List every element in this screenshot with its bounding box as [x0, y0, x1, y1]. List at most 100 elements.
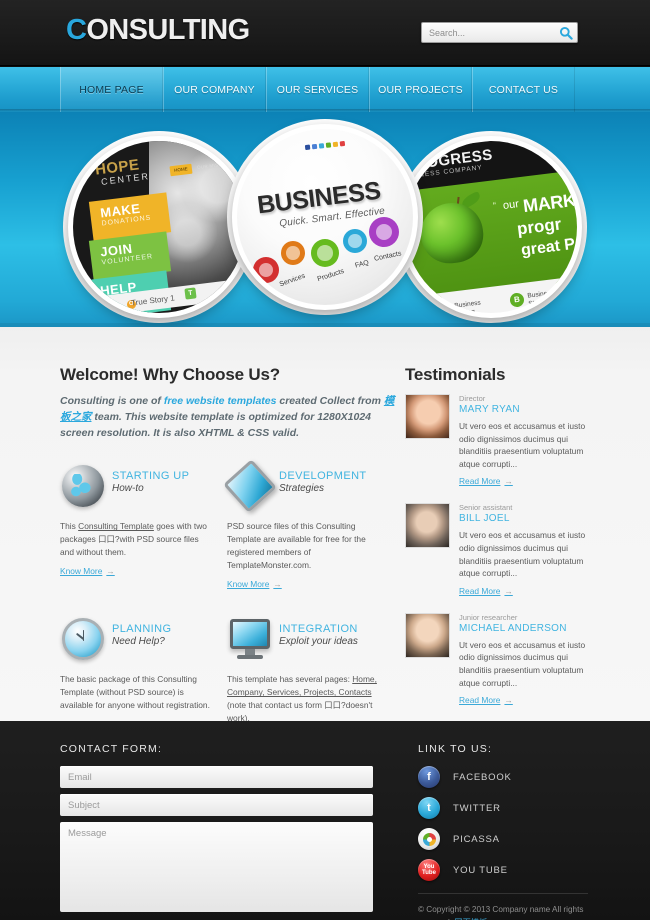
logo-initial: C [66, 14, 87, 46]
gear-faq [343, 229, 367, 253]
contact-form-title: CONTACT FORM: [60, 743, 163, 755]
footer-divider [418, 893, 588, 894]
testimonial-3-text: Ut vero eos et accusamus et iusto odio d… [459, 639, 586, 688]
testimonial-1-text: Ut vero eos et accusamus et iusto odio d… [459, 421, 586, 469]
search-box [421, 22, 578, 43]
feature-2-head: DEVELOPMENT Strategies [223, 459, 380, 514]
tablet-icon [223, 459, 277, 514]
testimonial-3-body: Junior researcher MICHAEL ANDERSON Ut ve… [450, 613, 590, 708]
hero-slide-2-inner: BUSINESS Quick. Smart. Effective News Se… [237, 129, 413, 305]
feature-2-know-more-label: Know More [227, 579, 270, 590]
footer-links: LINK TO US: f FACEBOOK t TWITTER PICASSA… [390, 743, 590, 920]
feature-starting-up: STARTING UP How-to This Consulting Templ… [60, 463, 227, 592]
testimonial-item-mary-ryan: Director MARY RYAN Ut vero eos et accusa… [405, 394, 590, 489]
feature-3-subtitle: Need Help? [112, 636, 165, 648]
main-navigation: HOME PAGE OUR COMPANY OUR SERVICES OUR P… [0, 66, 650, 113]
progress-line-1: our [502, 198, 520, 212]
logo-text: ONSULTING [86, 14, 250, 46]
social-link-picassa[interactable]: PICASSA [418, 828, 590, 850]
feature-1-body-pre: This [60, 521, 79, 532]
feature-4-title: INTEGRATION [279, 623, 358, 636]
avatar-mary-ryan [405, 394, 450, 439]
testimonial-3-read-more-label: Read More [459, 695, 501, 706]
search-input[interactable] [429, 23, 549, 42]
progress-foot-label-2: anning [455, 309, 475, 313]
social-link-facebook[interactable]: f FACEBOOK [418, 766, 590, 788]
main-content: Welcome! Why Choose Us? Consulting is on… [0, 327, 650, 742]
welcome-title: Welcome! Why Choose Us? [60, 365, 280, 384]
search-icon [559, 26, 573, 40]
testimonial-1-body: Director MARY RYAN Ut vero eos et accusa… [450, 394, 590, 489]
avatar-michael-anderson [405, 612, 450, 658]
progress-badge-label: Business Strateg [527, 289, 555, 309]
site-logo[interactable]: CONSULTING [66, 14, 250, 47]
testimonial-1-read-more[interactable]: Read More → [459, 476, 513, 486]
gear-news [253, 257, 279, 283]
testimonial-item-michael-anderson: Junior researcher MICHAEL ANDERSON Ut ve… [405, 612, 590, 708]
testimonial-3-name: MICHAEL ANDERSON [459, 622, 567, 634]
welcome-text-3: team. This website template is optimized… [60, 410, 372, 439]
hero-slide-3-inner: ROGRESS NESS COMPANY “ our MARK progr gr… [405, 141, 577, 313]
feature-1-head: STARTING UP How-to [60, 463, 213, 511]
nav-item-our-company[interactable]: OUR COMPANY [163, 67, 266, 113]
feature-4-body-pre: This template has several pages: [227, 674, 353, 685]
hero-slide-progress[interactable]: ROGRESS NESS COMPANY “ our MARK progr gr… [400, 136, 582, 318]
testimonials-title: Testimonials [405, 365, 506, 384]
feature-1-title: STARTING UP [112, 470, 190, 483]
nav-item-home-page[interactable]: HOME PAGE [60, 67, 163, 113]
feature-2-titles: DEVELOPMENT Strategies [273, 463, 367, 494]
social-link-youtube[interactable]: You Tube YOU TUBE [418, 859, 590, 881]
testimonial-3-role: Junior researcher [459, 612, 518, 622]
feature-3-title: PLANNING [112, 623, 172, 636]
hero-slide-1-inner: HOPE CENTER HOME OUR MISSION MAKE DONATI… [73, 141, 245, 313]
twitter-icon: t [418, 797, 440, 819]
testimonial-2-read-more[interactable]: Read More → [459, 586, 513, 596]
feature-2-title: DEVELOPMENT [279, 470, 367, 483]
testimonial-2-name: BILL JOEL [459, 513, 510, 525]
contact-form-actions: Clear Send [60, 916, 373, 920]
testimonial-1-arrow-icon: → [504, 476, 513, 487]
content-left-column: Welcome! Why Choose Us? Consulting is on… [60, 365, 395, 755]
nav-item-contact-us[interactable]: CONTACT US [472, 67, 575, 113]
testimonial-2-role: Senior assistant [459, 503, 513, 513]
feature-2-know-more[interactable]: Know More → [227, 579, 282, 589]
avatar-bill-joel [405, 503, 450, 549]
progress-badge-label-2: Strateg [528, 298, 550, 308]
feature-development: DEVELOPMENT Strategies PSD source files … [223, 459, 394, 592]
message-field[interactable] [60, 822, 373, 912]
hero-slide-hope-center[interactable]: HOPE CENTER HOME OUR MISSION MAKE DONATI… [68, 136, 250, 318]
email-field[interactable] [60, 766, 373, 788]
progress-foot-label: Business anning [454, 299, 482, 313]
nav-item-our-projects[interactable]: OUR PROJECTS [369, 67, 472, 113]
gear-contacts [369, 217, 399, 247]
search-button[interactable] [559, 26, 573, 40]
youtube-label: YOU TUBE [453, 864, 508, 876]
feature-3-head: PLANNING Need Help? [60, 616, 213, 664]
feature-4-subtitle: Exploit your ideas [279, 636, 358, 648]
welcome-link-templates[interactable]: free website templates [164, 395, 277, 407]
feature-4-body: This template has several pages: Home, C… [227, 673, 380, 725]
gear-services [281, 241, 305, 265]
testimonial-3-arrow-icon: → [504, 695, 513, 706]
site-header: CONSULTING [0, 0, 650, 66]
feature-1-body-link[interactable]: Consulting Template [78, 521, 154, 531]
welcome-text-2: created Collect from [276, 395, 384, 407]
feature-2-arrow-icon: → [273, 579, 282, 590]
footer-contact-form: CONTACT FORM: Clear Send [60, 743, 390, 920]
picassa-icon [418, 828, 440, 850]
picassa-label: PICASSA [453, 833, 500, 845]
hope-center-badge-t: T [184, 287, 197, 300]
social-link-twitter[interactable]: t TWITTER [418, 797, 590, 819]
feature-1-know-more-label: Know More [60, 566, 103, 577]
testimonial-3-read-more[interactable]: Read More → [459, 695, 513, 705]
hero-slide-business[interactable]: BUSINESS Quick. Smart. Effective News Se… [232, 124, 418, 310]
monitor-icon [227, 616, 273, 662]
feature-3-titles: PLANNING Need Help? [106, 616, 171, 647]
subject-field[interactable] [60, 794, 373, 816]
feature-1-know-more[interactable]: Know More → [60, 566, 115, 576]
welcome-text-1: Consulting is one of [60, 395, 164, 407]
testimonial-1-role: Director [459, 394, 486, 403]
nav-item-our-services[interactable]: OUR SERVICES [266, 67, 369, 113]
copyright-main: © Copyright © 2013 Company name All righ… [418, 905, 584, 920]
content-grid: Welcome! Why Choose Us? Consulting is on… [60, 327, 590, 755]
